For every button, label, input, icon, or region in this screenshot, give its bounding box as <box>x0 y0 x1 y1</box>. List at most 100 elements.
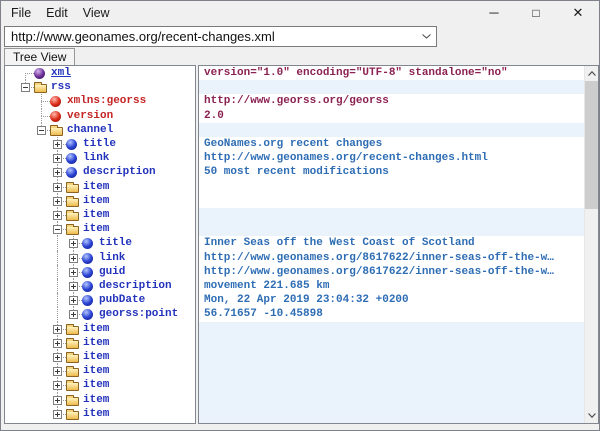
tree-node[interactable]: item <box>5 350 195 364</box>
value-row[interactable] <box>199 194 584 208</box>
tree-node[interactable]: pubDate <box>5 293 195 307</box>
expand-plus-icon[interactable] <box>53 183 62 192</box>
tree-node[interactable]: item <box>5 364 195 378</box>
value-row[interactable] <box>199 336 584 350</box>
expand-plus-icon[interactable] <box>53 325 62 334</box>
scroll-down-icon[interactable] <box>585 408 598 423</box>
tree-node[interactable]: item <box>5 180 195 194</box>
tree-node-label: description <box>83 165 156 179</box>
expand-plus-icon[interactable] <box>69 310 78 319</box>
value-text: 50 most recent modifications <box>199 165 584 179</box>
menu-edit[interactable]: Edit <box>39 3 75 23</box>
value-text: http://www.geonames.org/recent-changes.h… <box>199 151 584 165</box>
tab-tree-view[interactable]: Tree View <box>4 48 75 65</box>
expand-plus-icon[interactable] <box>53 381 62 390</box>
minimize-icon[interactable]: ─ <box>473 1 515 24</box>
folder-icon <box>66 212 79 221</box>
tree-node[interactable]: description <box>5 165 195 179</box>
tree-node[interactable]: guid <box>5 265 195 279</box>
value-row[interactable]: Inner Seas off the West Coast of Scotlan… <box>199 236 584 250</box>
value-row[interactable]: http://www.geonames.org/recent-changes.h… <box>199 151 584 165</box>
tree-node[interactable]: title <box>5 137 195 151</box>
value-row[interactable]: http://www.geonames.org/8617622/inner-se… <box>199 265 584 279</box>
value-row[interactable]: http://www.geonames.org/8617622/inner-se… <box>199 251 584 265</box>
expand-plus-icon[interactable] <box>53 140 62 149</box>
expand-plus-icon[interactable] <box>53 154 62 163</box>
tree-node[interactable]: channel <box>5 123 195 137</box>
tree-node[interactable]: description <box>5 279 195 293</box>
scroll-up-icon[interactable] <box>585 66 598 81</box>
value-row[interactable]: Mon, 22 Apr 2019 23:04:32 +0200 <box>199 293 584 307</box>
value-row[interactable] <box>199 180 584 194</box>
tree-connector <box>25 73 26 80</box>
tree-connector <box>57 279 58 293</box>
tree-node[interactable]: item <box>5 378 195 392</box>
expand-plus-icon[interactable] <box>53 353 62 362</box>
tree-node[interactable]: item <box>5 393 195 407</box>
value-row[interactable] <box>199 407 584 421</box>
url-combobox[interactable] <box>4 26 437 47</box>
expand-plus-icon[interactable] <box>53 396 62 405</box>
tree-node[interactable]: link <box>5 251 195 265</box>
close-icon[interactable]: ✕ <box>557 1 599 24</box>
expand-plus-icon[interactable] <box>69 282 78 291</box>
tree-node[interactable]: rss <box>5 80 195 94</box>
tree-node-label: version <box>67 109 113 123</box>
value-row[interactable] <box>199 393 584 407</box>
tree-node[interactable]: item <box>5 407 195 421</box>
value-row[interactable]: 2.0 <box>199 109 584 123</box>
value-row[interactable] <box>199 123 584 137</box>
tree-node[interactable]: title <box>5 236 195 250</box>
tree-node[interactable]: version <box>5 109 195 123</box>
value-row[interactable] <box>199 350 584 364</box>
url-input[interactable] <box>5 27 436 46</box>
value-row[interactable] <box>199 322 584 336</box>
collapse-minus-icon[interactable] <box>37 126 46 135</box>
value-row[interactable] <box>199 378 584 392</box>
element-icon <box>66 139 77 150</box>
value-row[interactable]: 56.71657 -10.45898 <box>199 307 584 321</box>
menu-view[interactable]: View <box>76 3 117 23</box>
value-row[interactable]: version="1.0" encoding="UTF-8" standalon… <box>199 66 584 80</box>
tree-node[interactable]: item <box>5 194 195 208</box>
dropdown-chevron-icon[interactable] <box>418 28 435 45</box>
value-text: version="1.0" encoding="UTF-8" standalon… <box>199 66 584 80</box>
value-row[interactable]: http://www.georss.org/georss <box>199 94 584 108</box>
expand-plus-icon[interactable] <box>69 296 78 305</box>
maximize-icon[interactable]: □ <box>515 1 557 24</box>
tree-node[interactable]: georss:point <box>5 307 195 321</box>
menu-file[interactable]: File <box>4 3 38 23</box>
expand-plus-icon[interactable] <box>53 211 62 220</box>
tree-connector <box>41 101 42 108</box>
value-row[interactable] <box>199 222 584 236</box>
expand-plus-icon[interactable] <box>69 239 78 248</box>
scrollbar-thumb[interactable] <box>585 81 598 209</box>
xml-tree-panel[interactable]: xmlrssxmlns:georssversionchanneltitlelin… <box>4 65 196 424</box>
value-row[interactable] <box>199 208 584 222</box>
tree-node[interactable]: xml <box>5 66 195 80</box>
expand-plus-icon[interactable] <box>53 410 62 419</box>
value-text: GeoNames.org recent changes <box>199 137 584 151</box>
tree-node[interactable]: xmlns:georss <box>5 94 195 108</box>
collapse-minus-icon[interactable] <box>21 83 30 92</box>
value-row[interactable]: GeoNames.org recent changes <box>199 137 584 151</box>
collapse-minus-icon[interactable] <box>53 225 62 234</box>
expand-plus-icon[interactable] <box>53 339 62 348</box>
tree-node[interactable]: item <box>5 222 195 236</box>
tree-node[interactable]: item <box>5 336 195 350</box>
value-row[interactable] <box>199 80 584 94</box>
expand-plus-icon[interactable] <box>53 168 62 177</box>
vertical-scrollbar[interactable] <box>584 66 598 423</box>
tree-node[interactable]: item <box>5 208 195 222</box>
value-row[interactable] <box>199 364 584 378</box>
value-panel[interactable]: version="1.0" encoding="UTF-8" standalon… <box>198 65 599 424</box>
tree-node[interactable]: item <box>5 322 195 336</box>
expand-plus-icon[interactable] <box>53 367 62 376</box>
expand-plus-icon[interactable] <box>69 254 78 263</box>
value-row[interactable]: 50 most recent modifications <box>199 165 584 179</box>
expand-plus-icon[interactable] <box>53 197 62 206</box>
tree-node[interactable]: link <box>5 151 195 165</box>
value-row[interactable]: movement 221.685 km <box>199 279 584 293</box>
tree-node-label: description <box>99 279 172 293</box>
expand-plus-icon[interactable] <box>69 268 78 277</box>
